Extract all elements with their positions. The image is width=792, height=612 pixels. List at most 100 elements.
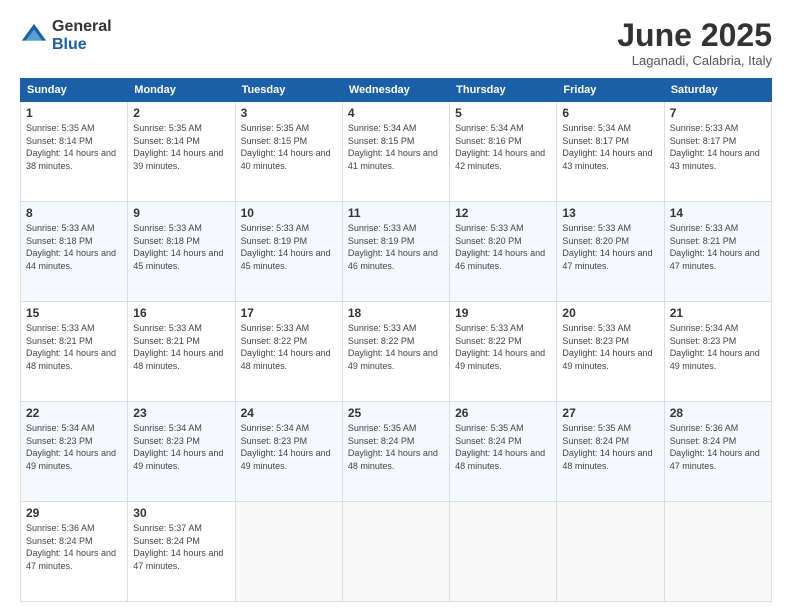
col-wednesday: Wednesday	[342, 79, 449, 102]
day-info: Sunrise: 5:35 AM Sunset: 8:15 PM Dayligh…	[241, 122, 337, 172]
col-tuesday: Tuesday	[235, 79, 342, 102]
day-number: 13	[562, 206, 658, 220]
day-number: 5	[455, 106, 551, 120]
day-info: Sunrise: 5:33 AM Sunset: 8:23 PM Dayligh…	[562, 322, 658, 372]
day-info: Sunrise: 5:34 AM Sunset: 8:23 PM Dayligh…	[241, 422, 337, 472]
table-row: 16 Sunrise: 5:33 AM Sunset: 8:21 PM Dayl…	[128, 302, 235, 402]
day-number: 1	[26, 106, 122, 120]
calendar-week-row: 29 Sunrise: 5:36 AM Sunset: 8:24 PM Dayl…	[21, 502, 772, 602]
day-info: Sunrise: 5:35 AM Sunset: 8:14 PM Dayligh…	[26, 122, 122, 172]
table-row: 25 Sunrise: 5:35 AM Sunset: 8:24 PM Dayl…	[342, 402, 449, 502]
col-friday: Friday	[557, 79, 664, 102]
table-row: 26 Sunrise: 5:35 AM Sunset: 8:24 PM Dayl…	[450, 402, 557, 502]
day-info: Sunrise: 5:33 AM Sunset: 8:21 PM Dayligh…	[26, 322, 122, 372]
day-number: 26	[455, 406, 551, 420]
table-row: 11 Sunrise: 5:33 AM Sunset: 8:19 PM Dayl…	[342, 202, 449, 302]
table-row: 17 Sunrise: 5:33 AM Sunset: 8:22 PM Dayl…	[235, 302, 342, 402]
day-number: 10	[241, 206, 337, 220]
table-row	[235, 502, 342, 602]
day-info: Sunrise: 5:37 AM Sunset: 8:24 PM Dayligh…	[133, 522, 229, 572]
page: General Blue June 2025 Laganadi, Calabri…	[0, 0, 792, 612]
title-area: June 2025 Laganadi, Calabria, Italy	[617, 18, 772, 68]
day-info: Sunrise: 5:34 AM Sunset: 8:23 PM Dayligh…	[26, 422, 122, 472]
col-monday: Monday	[128, 79, 235, 102]
day-number: 30	[133, 506, 229, 520]
day-info: Sunrise: 5:36 AM Sunset: 8:24 PM Dayligh…	[670, 422, 766, 472]
day-info: Sunrise: 5:34 AM Sunset: 8:23 PM Dayligh…	[670, 322, 766, 372]
table-row: 27 Sunrise: 5:35 AM Sunset: 8:24 PM Dayl…	[557, 402, 664, 502]
day-number: 22	[26, 406, 122, 420]
day-info: Sunrise: 5:35 AM Sunset: 8:14 PM Dayligh…	[133, 122, 229, 172]
table-row: 19 Sunrise: 5:33 AM Sunset: 8:22 PM Dayl…	[450, 302, 557, 402]
table-row: 5 Sunrise: 5:34 AM Sunset: 8:16 PM Dayli…	[450, 102, 557, 202]
day-number: 2	[133, 106, 229, 120]
table-row	[557, 502, 664, 602]
table-row: 2 Sunrise: 5:35 AM Sunset: 8:14 PM Dayli…	[128, 102, 235, 202]
table-row: 30 Sunrise: 5:37 AM Sunset: 8:24 PM Dayl…	[128, 502, 235, 602]
table-row: 9 Sunrise: 5:33 AM Sunset: 8:18 PM Dayli…	[128, 202, 235, 302]
table-row: 13 Sunrise: 5:33 AM Sunset: 8:20 PM Dayl…	[557, 202, 664, 302]
logo-general-text: General	[52, 18, 112, 36]
day-number: 17	[241, 306, 337, 320]
table-row: 4 Sunrise: 5:34 AM Sunset: 8:15 PM Dayli…	[342, 102, 449, 202]
day-info: Sunrise: 5:34 AM Sunset: 8:23 PM Dayligh…	[133, 422, 229, 472]
location-subtitle: Laganadi, Calabria, Italy	[617, 53, 772, 68]
day-info: Sunrise: 5:33 AM Sunset: 8:19 PM Dayligh…	[348, 222, 444, 272]
logo-blue-text: Blue	[52, 36, 112, 54]
table-row: 18 Sunrise: 5:33 AM Sunset: 8:22 PM Dayl…	[342, 302, 449, 402]
day-number: 14	[670, 206, 766, 220]
day-number: 29	[26, 506, 122, 520]
day-number: 15	[26, 306, 122, 320]
day-number: 11	[348, 206, 444, 220]
col-thursday: Thursday	[450, 79, 557, 102]
day-number: 8	[26, 206, 122, 220]
day-info: Sunrise: 5:35 AM Sunset: 8:24 PM Dayligh…	[348, 422, 444, 472]
day-number: 16	[133, 306, 229, 320]
table-row: 28 Sunrise: 5:36 AM Sunset: 8:24 PM Dayl…	[664, 402, 771, 502]
logo-icon	[20, 22, 48, 50]
calendar-header-row: Sunday Monday Tuesday Wednesday Thursday…	[21, 79, 772, 102]
day-number: 3	[241, 106, 337, 120]
day-info: Sunrise: 5:33 AM Sunset: 8:18 PM Dayligh…	[133, 222, 229, 272]
table-row: 22 Sunrise: 5:34 AM Sunset: 8:23 PM Dayl…	[21, 402, 128, 502]
day-number: 20	[562, 306, 658, 320]
day-info: Sunrise: 5:33 AM Sunset: 8:21 PM Dayligh…	[670, 222, 766, 272]
table-row: 23 Sunrise: 5:34 AM Sunset: 8:23 PM Dayl…	[128, 402, 235, 502]
table-row: 20 Sunrise: 5:33 AM Sunset: 8:23 PM Dayl…	[557, 302, 664, 402]
day-info: Sunrise: 5:33 AM Sunset: 8:22 PM Dayligh…	[241, 322, 337, 372]
table-row: 10 Sunrise: 5:33 AM Sunset: 8:19 PM Dayl…	[235, 202, 342, 302]
day-number: 21	[670, 306, 766, 320]
day-number: 7	[670, 106, 766, 120]
table-row: 1 Sunrise: 5:35 AM Sunset: 8:14 PM Dayli…	[21, 102, 128, 202]
table-row	[664, 502, 771, 602]
day-info: Sunrise: 5:33 AM Sunset: 8:20 PM Dayligh…	[455, 222, 551, 272]
day-number: 27	[562, 406, 658, 420]
day-number: 12	[455, 206, 551, 220]
header: General Blue June 2025 Laganadi, Calabri…	[20, 18, 772, 68]
table-row: 3 Sunrise: 5:35 AM Sunset: 8:15 PM Dayli…	[235, 102, 342, 202]
table-row	[342, 502, 449, 602]
calendar-week-row: 22 Sunrise: 5:34 AM Sunset: 8:23 PM Dayl…	[21, 402, 772, 502]
calendar-table: Sunday Monday Tuesday Wednesday Thursday…	[20, 78, 772, 602]
day-number: 28	[670, 406, 766, 420]
table-row: 7 Sunrise: 5:33 AM Sunset: 8:17 PM Dayli…	[664, 102, 771, 202]
table-row: 15 Sunrise: 5:33 AM Sunset: 8:21 PM Dayl…	[21, 302, 128, 402]
day-number: 9	[133, 206, 229, 220]
table-row: 8 Sunrise: 5:33 AM Sunset: 8:18 PM Dayli…	[21, 202, 128, 302]
day-info: Sunrise: 5:33 AM Sunset: 8:21 PM Dayligh…	[133, 322, 229, 372]
day-info: Sunrise: 5:35 AM Sunset: 8:24 PM Dayligh…	[455, 422, 551, 472]
table-row: 21 Sunrise: 5:34 AM Sunset: 8:23 PM Dayl…	[664, 302, 771, 402]
day-number: 23	[133, 406, 229, 420]
day-number: 18	[348, 306, 444, 320]
table-row: 12 Sunrise: 5:33 AM Sunset: 8:20 PM Dayl…	[450, 202, 557, 302]
calendar-week-row: 1 Sunrise: 5:35 AM Sunset: 8:14 PM Dayli…	[21, 102, 772, 202]
day-info: Sunrise: 5:35 AM Sunset: 8:24 PM Dayligh…	[562, 422, 658, 472]
day-info: Sunrise: 5:34 AM Sunset: 8:15 PM Dayligh…	[348, 122, 444, 172]
month-title: June 2025	[617, 18, 772, 53]
day-info: Sunrise: 5:34 AM Sunset: 8:16 PM Dayligh…	[455, 122, 551, 172]
day-number: 24	[241, 406, 337, 420]
day-number: 19	[455, 306, 551, 320]
col-sunday: Sunday	[21, 79, 128, 102]
day-info: Sunrise: 5:33 AM Sunset: 8:20 PM Dayligh…	[562, 222, 658, 272]
col-saturday: Saturday	[664, 79, 771, 102]
